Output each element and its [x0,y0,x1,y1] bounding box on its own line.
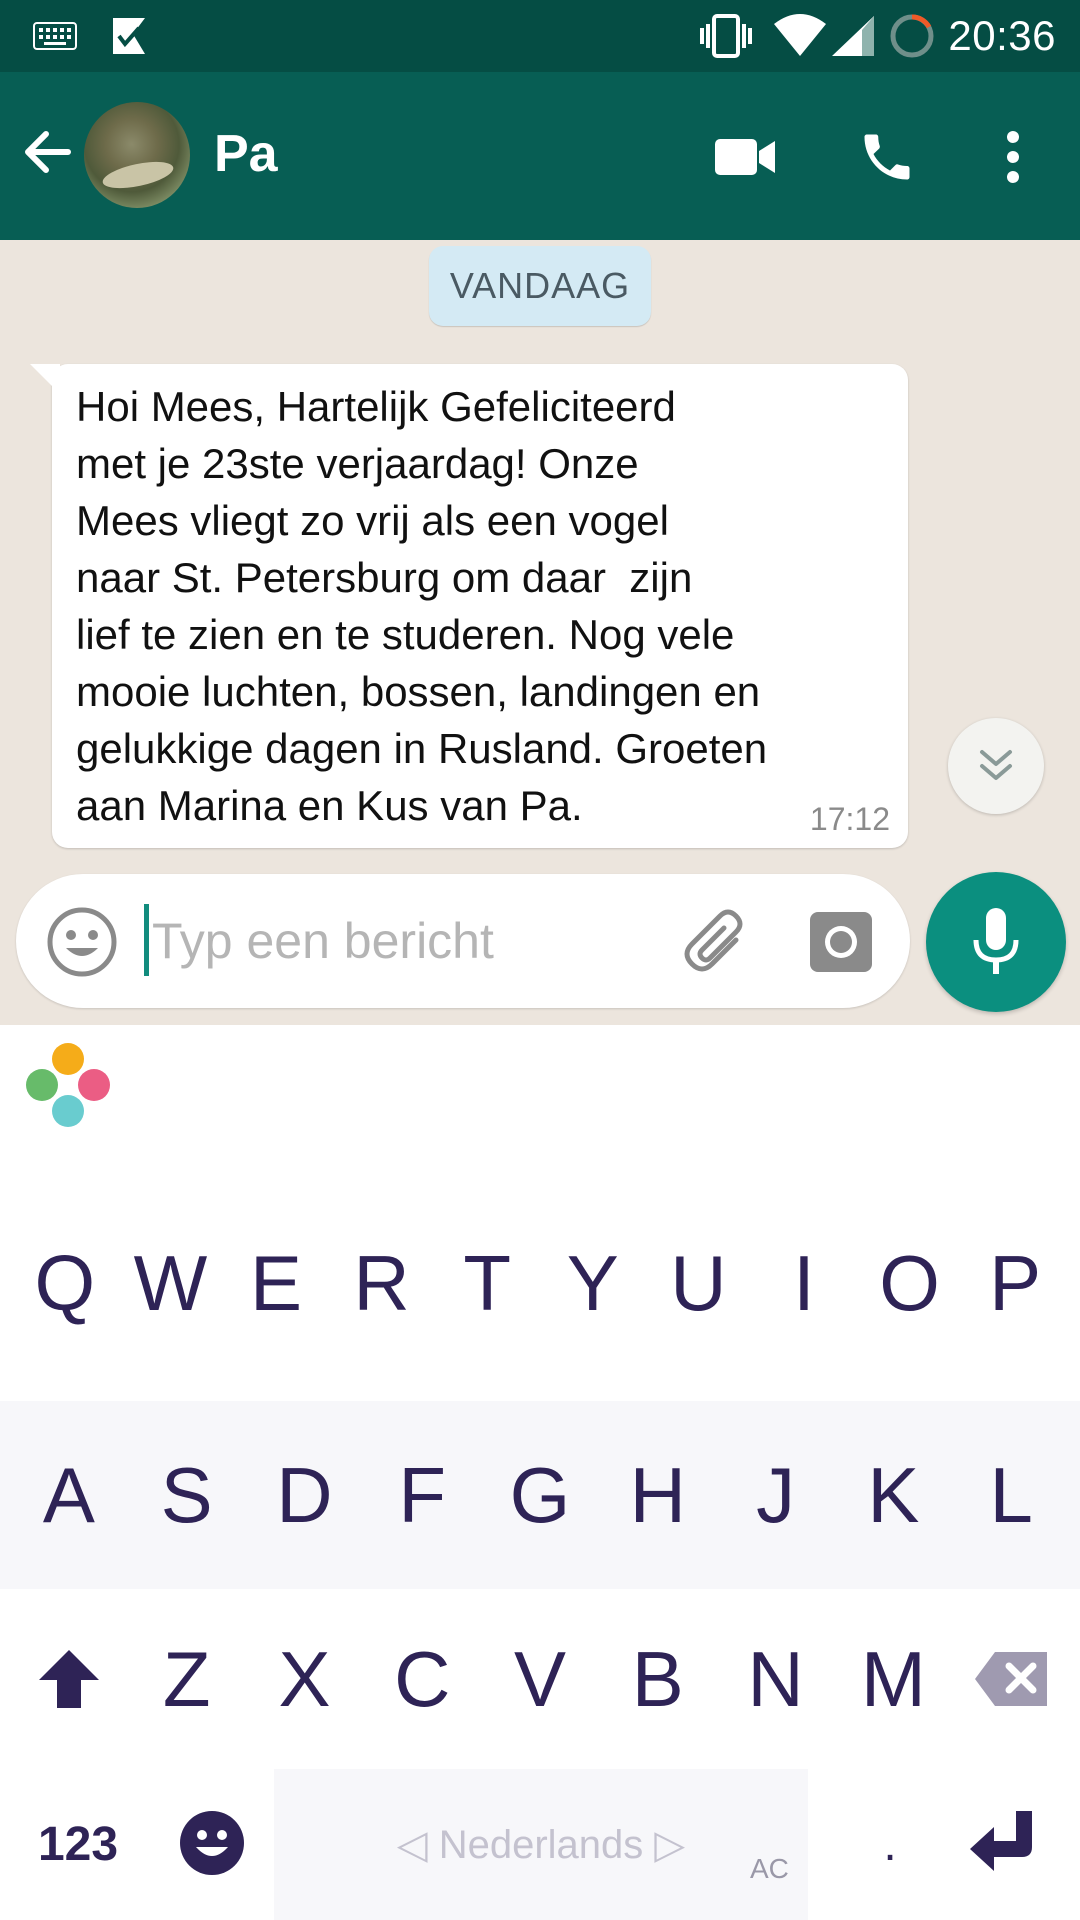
shift-icon[interactable] [10,1589,128,1769]
key-i[interactable]: I [751,1165,857,1401]
keyboard-row-4: 123 ◁ Nederlands ▷ AC . [0,1769,1080,1920]
vibrate-icon [694,0,758,72]
avatar[interactable] [84,102,190,208]
key-j[interactable]: J [717,1401,835,1589]
date-chip: VANDAAG [429,246,651,326]
message-bubble[interactable]: Hoi Mees, Hartelijk Gefeliciteerd met je… [30,364,908,848]
key-g[interactable]: G [481,1401,599,1589]
paperclip-icon[interactable] [676,902,756,982]
keyboard-icon [30,0,80,72]
message-composer [16,874,910,1008]
whatsapp-chat-screen: 20:36 Pa VANDAAG Hoi Mees, Hartelijk Gef… [0,0,1080,1920]
microphone-icon [973,908,1019,974]
chat-header: Pa [0,72,1080,240]
battery-ring-icon [886,0,938,72]
key-u[interactable]: U [646,1165,752,1401]
text-caret [144,904,149,976]
numbers-key[interactable]: 123 [22,1769,134,1920]
phone-icon[interactable] [842,112,932,202]
message-time: 17:12 [809,801,890,837]
key-a[interactable]: A [10,1401,128,1589]
key-c[interactable]: C [363,1589,481,1769]
message-text: Hoi Mees, Hartelijk Gefeliciteerd met je… [76,383,768,829]
enter-icon[interactable] [960,1797,1050,1887]
key-v[interactable]: V [481,1589,599,1769]
arrow-left-icon[interactable] [18,122,78,182]
key-f[interactable]: F [363,1401,481,1589]
key-z[interactable]: Z [128,1589,246,1769]
key-m[interactable]: M [834,1589,952,1769]
key-k[interactable]: K [834,1401,952,1589]
space-bar[interactable]: ◁ Nederlands ▷ [274,1769,808,1920]
key-r[interactable]: R [329,1165,435,1401]
double-chevron-down-icon [980,750,1012,780]
emoji-icon[interactable] [44,904,120,980]
keyboard-logo-icon[interactable] [22,1039,114,1131]
keyboard: Q W E R T Y U I O P A S D F G H J K L Z [0,1025,1080,1920]
microphone-button[interactable] [926,872,1066,1012]
signal-icon [828,0,878,72]
key-n[interactable]: N [717,1589,835,1769]
status-bar: 20:36 [0,0,1080,72]
contact-name[interactable]: Pa [214,124,278,184]
period-key[interactable]: . [850,1769,930,1920]
keyboard-row-3: Z X C V B N M [0,1589,1080,1769]
camera-icon[interactable] [802,902,882,982]
message-input[interactable] [152,896,672,986]
key-s[interactable]: S [128,1401,246,1589]
keyboard-row-2: A S D F G H J K L [0,1401,1080,1589]
more-vert-icon[interactable] [970,112,1056,202]
key-h[interactable]: H [599,1401,717,1589]
keyboard-row-1: Q W E R T Y U I O P [0,1165,1080,1401]
key-y[interactable]: Y [540,1165,646,1401]
key-t[interactable]: T [434,1165,540,1401]
key-b[interactable]: B [599,1589,717,1769]
status-time: 20:36 [948,12,1056,59]
key-q[interactable]: Q [12,1165,118,1401]
key-p[interactable]: P [962,1165,1068,1401]
key-e[interactable]: E [223,1165,329,1401]
backspace-icon[interactable] [952,1589,1070,1769]
key-x[interactable]: X [246,1589,364,1769]
wifi-icon [770,0,830,72]
key-w[interactable]: W [118,1165,224,1401]
key-l[interactable]: L [952,1401,1070,1589]
emoji-key-icon[interactable] [170,1787,282,1899]
scroll-down-button[interactable] [948,718,1044,814]
autocorrect-indicator: AC [750,1853,789,1884]
video-call-icon[interactable] [700,112,790,202]
key-o[interactable]: O [857,1165,963,1401]
checkmark-app-icon [104,0,154,72]
key-d[interactable]: D [246,1401,364,1589]
